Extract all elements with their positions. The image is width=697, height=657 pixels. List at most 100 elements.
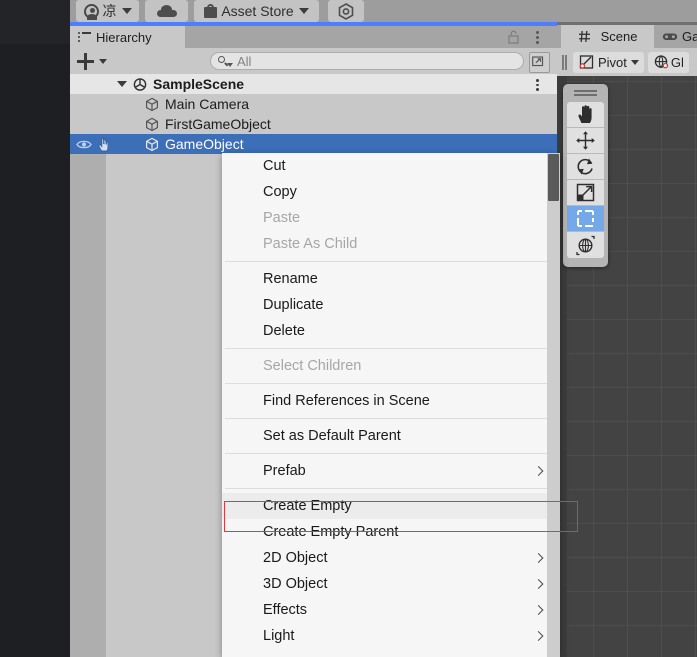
menu-item-effects[interactable]: Effects bbox=[222, 597, 560, 623]
search-icon bbox=[218, 55, 233, 67]
drag-handle-icon[interactable] bbox=[574, 90, 597, 97]
global-toggle-button[interactable]: Gl bbox=[647, 51, 689, 73]
menu-item-set-as-default-parent[interactable]: Set as Default Parent bbox=[222, 423, 560, 449]
asset-store-button[interactable]: Asset Store bbox=[194, 0, 319, 22]
menu-item-cut[interactable]: Cut bbox=[222, 153, 560, 179]
menu-item-label: Set as Default Parent bbox=[263, 428, 401, 444]
gamepad-icon bbox=[662, 33, 678, 40]
list-item-firstgameobject[interactable]: FirstGameObject bbox=[70, 114, 557, 134]
chevron-down-icon bbox=[630, 59, 639, 65]
add-gameobject-button[interactable] bbox=[75, 51, 119, 71]
menu-item-create-empty-parent[interactable]: Create Empty Parent bbox=[222, 519, 560, 545]
scrollbar-thumb[interactable] bbox=[548, 154, 559, 201]
chevron-right-icon bbox=[533, 553, 544, 563]
plus-icon bbox=[77, 52, 94, 70]
menu-item-label: Effects bbox=[263, 602, 308, 618]
gameobject-cube-icon bbox=[146, 117, 158, 131]
menu-separator bbox=[225, 348, 548, 349]
menu-item-paste-as-child: Paste As Child bbox=[222, 231, 560, 257]
menu-item-delete[interactable]: Delete bbox=[222, 318, 560, 344]
menu-item-label: Duplicate bbox=[263, 297, 324, 313]
menu-item-find-references-in-scene[interactable]: Find References in Scene bbox=[222, 388, 560, 414]
menu-item-label: Create Empty Parent bbox=[263, 524, 399, 540]
lock-open-icon[interactable] bbox=[507, 30, 521, 44]
pointer-hand-icon[interactable] bbox=[96, 137, 112, 152]
chevron-right-icon bbox=[533, 631, 544, 641]
menu-item-duplicate[interactable]: Duplicate bbox=[222, 292, 560, 318]
menu-separator bbox=[225, 383, 548, 384]
menu-item-label: Paste As Child bbox=[263, 236, 358, 252]
list-item-samplescene[interactable]: SampleScene bbox=[70, 74, 557, 94]
menu-item-label: Prefab bbox=[263, 463, 306, 479]
chevron-right-icon bbox=[533, 579, 544, 589]
menu-separator bbox=[225, 453, 548, 454]
tab-scene[interactable]: Scene bbox=[561, 25, 654, 48]
rotate-tool-button[interactable] bbox=[567, 154, 604, 180]
list-item-label: Main Camera bbox=[165, 96, 250, 112]
menu-item-copy[interactable]: Copy bbox=[222, 179, 560, 205]
menu-item-2d-object[interactable]: 2D Object bbox=[222, 545, 560, 571]
tab-game-label: Ga bbox=[682, 29, 697, 44]
desktop-background-left-top bbox=[0, 0, 70, 44]
list-item-main-camera[interactable]: Main Camera bbox=[70, 94, 557, 114]
tab-hierarchy-label: Hierarchy bbox=[96, 29, 152, 45]
menu-separator bbox=[225, 418, 548, 419]
transform-combined-icon bbox=[576, 235, 595, 255]
menu-item-light[interactable]: Light bbox=[222, 623, 560, 649]
context-menu-items: Cut Copy Paste Paste As Child Rename Duplicat… bbox=[222, 153, 560, 649]
search-input[interactable]: All bbox=[210, 52, 524, 70]
tab-game[interactable]: Ga bbox=[656, 25, 697, 48]
chevron-down-icon[interactable] bbox=[117, 81, 127, 87]
menu-item-create-empty[interactable]: Create Empty bbox=[222, 493, 560, 519]
unity-services-button[interactable] bbox=[328, 0, 364, 22]
menu-item-label: Delete bbox=[263, 323, 305, 339]
unity-scene-icon bbox=[133, 77, 147, 91]
chevron-down-icon bbox=[121, 8, 132, 14]
tab-hierarchy[interactable]: Hierarchy bbox=[70, 26, 185, 48]
menu-item-label: Rename bbox=[263, 271, 318, 287]
tab-scene-label: Scene bbox=[600, 29, 638, 44]
globe-icon bbox=[654, 54, 669, 68]
chevron-right-icon bbox=[533, 605, 544, 615]
list-item-label: GameObject bbox=[165, 136, 244, 152]
hand-tool-button[interactable] bbox=[567, 102, 604, 128]
drag-grip-icon[interactable] bbox=[561, 54, 568, 70]
kebab-menu-icon[interactable] bbox=[530, 28, 544, 46]
rect-tool-button[interactable] bbox=[567, 206, 604, 232]
user-circle-icon bbox=[83, 3, 99, 20]
menu-item-paste: Paste bbox=[222, 205, 560, 231]
cloud-icon bbox=[156, 5, 177, 17]
account-button[interactable]: 凉 bbox=[76, 0, 139, 22]
unity-top-toolbar: 凉 Asset Store bbox=[70, 0, 697, 22]
list-item-label: FirstGameObject bbox=[165, 116, 271, 132]
context-menu-scrollbar[interactable] bbox=[547, 153, 560, 657]
pivot-toggle-button[interactable]: Pivot bbox=[573, 51, 644, 73]
move-tool-button[interactable] bbox=[567, 128, 604, 154]
menu-item-prefab[interactable]: Prefab bbox=[222, 458, 560, 484]
asset-store-label: Asset Store bbox=[221, 3, 294, 19]
chevron-right-icon bbox=[533, 466, 544, 476]
rotate-icon bbox=[577, 158, 593, 175]
kebab-menu-icon[interactable] bbox=[530, 79, 544, 92]
hexagon-unity-icon bbox=[338, 2, 354, 20]
scale-tool-button[interactable] bbox=[567, 180, 604, 206]
menu-item-select-children: Select Children bbox=[222, 353, 560, 379]
menu-item-label: Find References in Scene bbox=[263, 393, 430, 409]
scene-tool-palette bbox=[563, 84, 608, 267]
menu-item-label: Paste bbox=[263, 210, 301, 226]
transform-tool-button[interactable] bbox=[567, 232, 604, 258]
list-item-gameobject[interactable]: GameObject bbox=[70, 134, 557, 154]
grid-hash-icon bbox=[578, 30, 590, 43]
menu-item-label: Select Children bbox=[263, 358, 362, 374]
menu-item-3d-object[interactable]: 3D Object bbox=[222, 571, 560, 597]
global-label: Gl bbox=[670, 54, 684, 70]
chevron-down-icon bbox=[99, 58, 107, 64]
search-placeholder: All bbox=[237, 53, 252, 69]
menu-item-rename[interactable]: Rename bbox=[222, 266, 560, 292]
eye-icon[interactable] bbox=[76, 139, 92, 150]
hierarchy-context-menu: Cut Copy Paste Paste As Child Rename Duplicat… bbox=[222, 153, 560, 657]
cloud-button[interactable] bbox=[145, 0, 188, 22]
expand-window-icon[interactable] bbox=[529, 52, 550, 73]
menu-separator bbox=[225, 261, 548, 262]
hierarchy-list-icon bbox=[78, 32, 91, 42]
